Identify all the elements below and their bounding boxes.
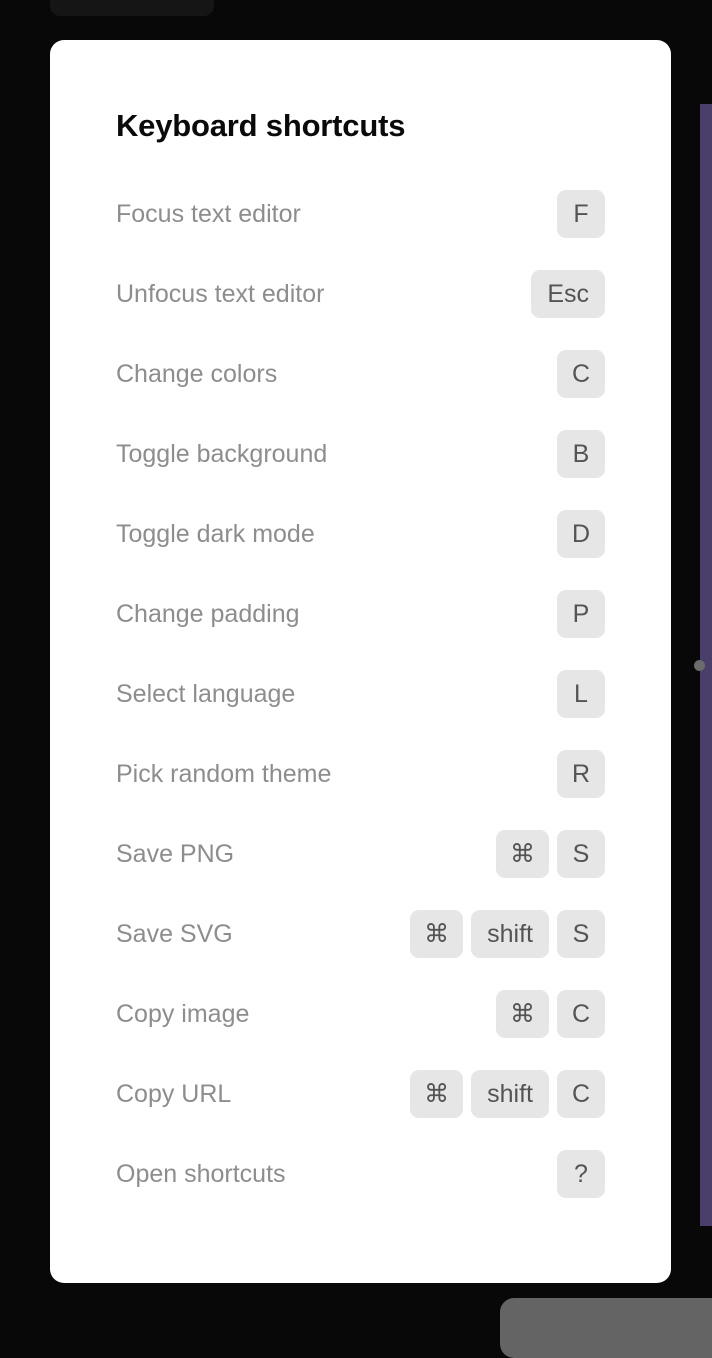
shortcut-keys: P: [557, 590, 605, 638]
key-cap: P: [557, 590, 605, 638]
shortcut-row: Save PNG ⌘ S: [116, 814, 605, 894]
shortcut-label: Toggle background: [116, 439, 328, 468]
shortcut-keys: Esc: [531, 270, 605, 318]
shortcut-label: Change colors: [116, 359, 278, 388]
shortcut-keys: R: [557, 750, 605, 798]
shortcut-row: Toggle background B: [116, 414, 605, 494]
shortcut-label: Copy image: [116, 999, 250, 1028]
shortcut-label: Open shortcuts: [116, 1159, 286, 1188]
background-control-button[interactable]: [500, 1298, 712, 1358]
key-cap: Esc: [531, 270, 605, 318]
shortcut-label: Pick random theme: [116, 759, 332, 788]
key-cap: shift: [471, 1070, 549, 1118]
dialog-title: Keyboard shortcuts: [116, 108, 406, 143]
shortcut-row: Unfocus text editor Esc: [116, 254, 605, 334]
key-cap: S: [557, 830, 605, 878]
shortcut-row: Change colors C: [116, 334, 605, 414]
shortcut-keys: ⌘ C: [496, 990, 605, 1038]
shortcut-keys: B: [557, 430, 605, 478]
shortcut-label: Toggle dark mode: [116, 519, 315, 548]
resize-handle[interactable]: [694, 660, 705, 671]
shortcut-list: Focus text editor F Unfocus text editor Esc…: [116, 174, 605, 1214]
key-cap: C: [557, 1070, 605, 1118]
key-cap: F: [557, 190, 605, 238]
shortcut-label: Copy URL: [116, 1079, 232, 1108]
key-cap: B: [557, 430, 605, 478]
shortcut-row: Pick random theme R: [116, 734, 605, 814]
shortcut-keys: F: [557, 190, 605, 238]
background-toolbar-pill: [50, 0, 214, 16]
key-cap: C: [557, 350, 605, 398]
shortcut-label: Change padding: [116, 599, 300, 628]
shortcut-keys: ⌘ shift S: [410, 910, 605, 958]
shortcut-keys: C: [557, 350, 605, 398]
shortcut-row: Copy image ⌘ C: [116, 974, 605, 1054]
shortcut-keys: D: [557, 510, 605, 558]
shortcut-keys: ⌘ shift C: [410, 1070, 605, 1118]
key-cap: D: [557, 510, 605, 558]
shortcut-row: Open shortcuts?: [116, 1134, 605, 1214]
shortcut-label: Unfocus text editor: [116, 279, 325, 308]
shortcut-keys: ?: [557, 1150, 605, 1198]
key-cap: L: [557, 670, 605, 718]
shortcut-label: Focus text editor: [116, 199, 301, 228]
command-key-icon: ⌘: [496, 990, 549, 1038]
shortcut-row: Toggle dark mode D: [116, 494, 605, 574]
shortcut-row: Save SVG ⌘ shift S: [116, 894, 605, 974]
key-cap: S: [557, 910, 605, 958]
key-cap: R: [557, 750, 605, 798]
shortcut-row: Select language L: [116, 654, 605, 734]
shortcut-keys: ⌘ S: [496, 830, 605, 878]
key-cap: C: [557, 990, 605, 1038]
shortcut-row: Change padding P: [116, 574, 605, 654]
command-key-icon: ⌘: [410, 910, 464, 958]
shortcut-keys: L: [557, 670, 605, 718]
shortcut-row: Copy URL ⌘ shift C: [116, 1054, 605, 1134]
command-key-icon: ⌘: [410, 1070, 464, 1118]
keyboard-shortcuts-dialog: Keyboard shortcuts Focus text editor F Unf…: [50, 40, 671, 1283]
shortcut-label: Save SVG: [116, 919, 233, 948]
command-key-icon: ⌘: [496, 830, 549, 878]
key-cap: ?: [557, 1150, 605, 1198]
shortcut-label: Select language: [116, 679, 296, 708]
shortcut-row: Focus text editor F: [116, 174, 605, 254]
key-cap: shift: [471, 910, 549, 958]
shortcut-label: Save PNG: [116, 839, 235, 868]
